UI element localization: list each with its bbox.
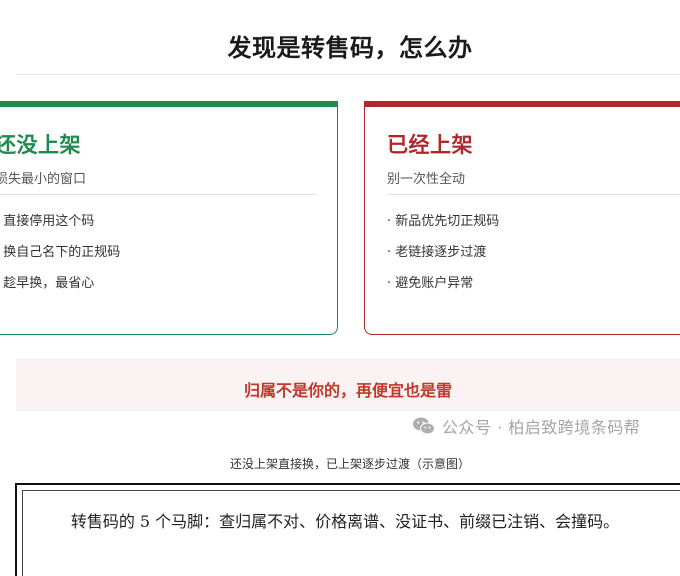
- note-box: 转售码的 5 个马脚：查归属不对、价格离谱、没证书、前缀已注销、会撞码。: [15, 483, 680, 576]
- card-divider: [0, 194, 317, 195]
- card-listed: 已经上架 别一次性全动 · 新品优先切正规码 · 老链接逐步过渡 · 避免账户异…: [364, 101, 680, 335]
- card-subtitle: 别一次性全动: [387, 172, 466, 187]
- wechat-icon: [412, 416, 436, 436]
- list-item: · 换自己名下的正规码: [0, 245, 121, 260]
- card-heading: 已经上架: [387, 133, 473, 157]
- card-divider: [387, 194, 680, 195]
- card-heading: 还没上架: [0, 133, 81, 157]
- warning-banner: 归属不是你的，再便宜也是雷: [16, 359, 680, 411]
- note-text: 转售码的 5 个马脚：查归属不对、价格离谱、没证书、前缀已注销、会撞码。: [70, 512, 620, 531]
- watermark: 公众号 · 柏启致跨境条码帮: [412, 414, 640, 438]
- list-item: · 老链接逐步过渡: [387, 245, 487, 260]
- watermark-text: 公众号 · 柏启致跨境条码帮: [442, 418, 641, 437]
- warning-banner-text: 归属不是你的，再便宜也是雷: [243, 381, 452, 400]
- list-item: · 避免账户异常: [387, 276, 474, 291]
- card-list: · 新品优先切正规码 · 老链接逐步过渡 · 避免账户异常: [387, 213, 499, 306]
- list-item: · 直接停用这个码: [0, 214, 95, 229]
- card-list: · 直接停用这个码 · 换自己名下的正规码 · 趁早换，最省心: [0, 213, 120, 306]
- list-item: · 趁早换，最省心: [0, 276, 95, 291]
- list-item: · 新品优先切正规码: [387, 214, 500, 229]
- note-box-inner: 转售码的 5 个马脚：查归属不对、价格离谱、没证书、前缀已注销、会撞码。: [22, 490, 680, 576]
- page-title: 发现是转售码，怎么办: [227, 34, 473, 62]
- page: 发现是转售码，怎么办 还没上架 损失最小的窗口 · 直接停用这个码 · 换自己名…: [0, 0, 680, 576]
- card-not-listed: 还没上架 损失最小的窗口 · 直接停用这个码 · 换自己名下的正规码 · 趁早换…: [0, 101, 338, 335]
- card-subtitle: 损失最小的窗口: [0, 172, 87, 187]
- title-divider: [16, 74, 680, 75]
- figure-caption: 还没上架直接换，已上架逐步过渡（示意图）: [229, 457, 470, 471]
